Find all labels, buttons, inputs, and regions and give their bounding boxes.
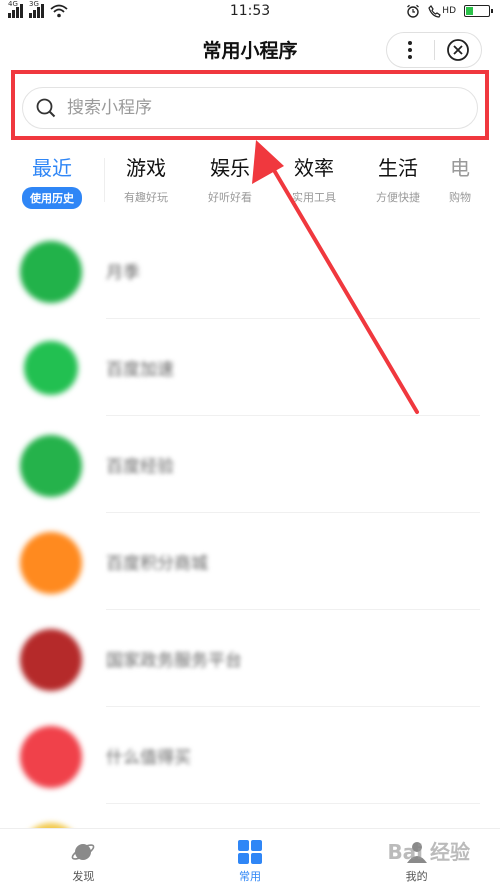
tab-label: 电 — [450, 156, 470, 180]
nav-discover[interactable]: 发现 — [0, 829, 167, 889]
app-name: 国家政务服务平台 — [106, 651, 242, 671]
nav-label: 我的 — [405, 870, 428, 883]
app-icon — [20, 435, 82, 497]
more-dots-icon — [408, 41, 413, 45]
app-name: 什么值得买 — [106, 748, 191, 768]
nav-common[interactable]: 常用 — [167, 829, 334, 889]
planet-icon — [71, 844, 95, 860]
mini-program-capsule — [386, 32, 482, 68]
alarm-icon — [407, 4, 420, 18]
hd-call-indicator: HD — [428, 4, 456, 18]
app-name: 月季 — [106, 263, 140, 283]
tab-label: 生活 — [378, 156, 418, 180]
tab-sublabel: 有趣好玩 — [124, 191, 168, 204]
app-icon — [20, 532, 82, 594]
battery-icon — [464, 5, 493, 17]
tab-sublabel: 方便快捷 — [376, 191, 420, 204]
app-icon — [20, 726, 82, 788]
tab-label: 娱乐 — [210, 156, 250, 180]
list-item[interactable]: 什么值得买 — [0, 707, 500, 804]
status-bar: 4G 3G 11:53 HD — [0, 0, 500, 24]
search-highlight-box — [11, 70, 489, 140]
close-circle-icon — [446, 39, 469, 61]
tab-efficiency[interactable]: 效率 实用工具 — [272, 148, 356, 208]
tab-label: 效率 — [294, 156, 334, 180]
tab-recent[interactable]: 最近 使用历史 — [0, 148, 104, 209]
nav-label: 常用 — [239, 870, 261, 883]
watermark: Bai 经验 — [387, 840, 470, 864]
phone-icon — [428, 4, 442, 18]
tab-sublabel: 好听好看 — [208, 191, 252, 204]
tab-sublabel: 实用工具 — [292, 191, 336, 204]
tab-entertainment[interactable]: 娱乐 好听好看 — [188, 148, 272, 208]
tab-divider — [104, 158, 105, 202]
list-item[interactable]: 国家政务服务平台 — [0, 610, 500, 707]
list-item[interactable]: 百度积分商城 — [0, 513, 500, 610]
list-item[interactable]: 百度加速 — [0, 319, 500, 416]
tab-sublabel: 使用历史 — [22, 187, 82, 209]
app-icon — [20, 241, 82, 303]
tab-label: 最近 — [32, 156, 72, 180]
app-name: 百度经验 — [106, 457, 174, 477]
category-tabs: 最近 使用历史 游戏 有趣好玩 娱乐 好听好看 效率 实用工具 生活 方便快捷 … — [0, 148, 500, 209]
tab-label: 游戏 — [126, 156, 166, 180]
grid-icon — [238, 840, 262, 864]
app-name: 百度加速 — [106, 360, 174, 380]
tab-shopping[interactable]: 电 购物 — [440, 148, 480, 208]
list-item[interactable]: 百度经验 — [0, 416, 500, 513]
list-item[interactable]: 月季 — [0, 222, 500, 319]
app-icon — [20, 629, 82, 691]
more-button[interactable] — [387, 32, 434, 68]
header: 常用小程序 — [0, 24, 500, 76]
tab-sublabel: 购物 — [449, 191, 471, 204]
recent-app-list: 月季 百度加速 百度经验 百度积分商城 国家政务服务平台 什么值得买 — [0, 222, 500, 844]
nav-label: 发现 — [72, 870, 95, 883]
tab-games[interactable]: 游戏 有趣好玩 — [104, 148, 188, 208]
hd-label: HD — [442, 6, 456, 16]
app-name: 百度积分商城 — [106, 554, 208, 574]
tab-life[interactable]: 生活 方便快捷 — [356, 148, 440, 208]
app-icon — [24, 341, 78, 395]
close-button[interactable] — [434, 32, 481, 68]
